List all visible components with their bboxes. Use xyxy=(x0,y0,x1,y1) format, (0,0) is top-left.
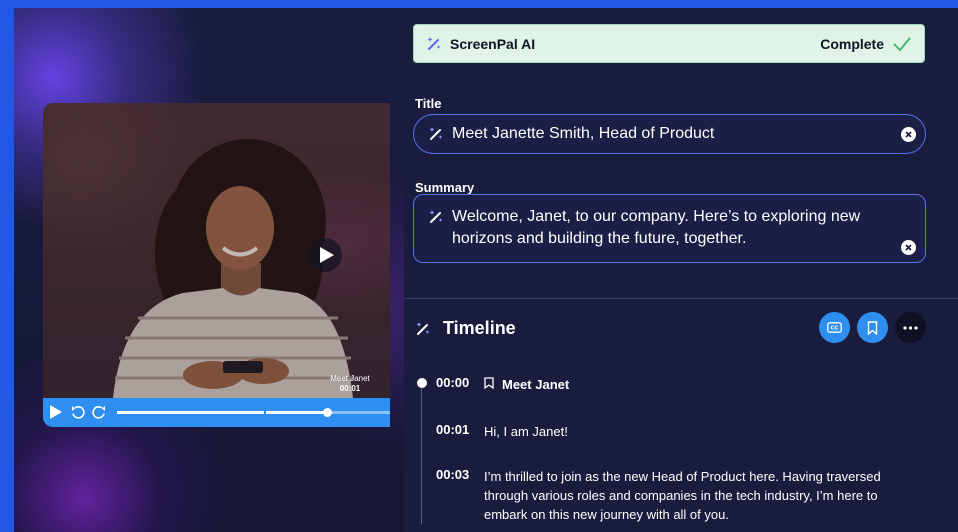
captions-button[interactable]: CC xyxy=(819,312,850,343)
timeline-track xyxy=(421,383,422,524)
entry-text: Meet Janet xyxy=(502,377,570,392)
timeline-title: Timeline xyxy=(443,318,516,338)
clear-icon[interactable] xyxy=(901,240,916,255)
entry-text: Hi, I am Janet! xyxy=(484,424,568,439)
timeline-header: Timeline xyxy=(415,318,516,339)
svg-text:CC: CC xyxy=(830,326,838,332)
title-value: Meet Janette Smith, Head of Product xyxy=(452,125,715,142)
entry-time: 00:01 xyxy=(436,422,470,437)
title-label: Title xyxy=(415,96,442,111)
timeline-marker-label: Meet Janet 00:01 xyxy=(315,374,385,394)
entry-time: 00:00 xyxy=(436,375,470,390)
summary-label: Summary xyxy=(415,180,475,195)
rewind-icon[interactable] xyxy=(71,405,86,420)
magic-wand-icon xyxy=(416,321,430,335)
timeline-entry[interactable]: 00:03 I’m thrilled to join as the new He… xyxy=(436,467,906,524)
segment-break xyxy=(264,410,267,415)
seek-bar-handle[interactable] xyxy=(323,408,333,417)
checkmark-icon xyxy=(893,36,911,51)
marker-time: 00:01 xyxy=(339,384,361,393)
player-controls xyxy=(43,398,390,427)
seek-bar[interactable] xyxy=(117,408,390,417)
forward-icon[interactable] xyxy=(91,405,106,420)
entry-text: I’m thrilled to join as the new Head of … xyxy=(484,469,881,522)
panel-divider xyxy=(404,298,958,299)
title-input[interactable]: Meet Janette Smith, Head of Product xyxy=(413,114,926,154)
play-overlay-button[interactable] xyxy=(308,238,342,272)
bookmark-icon xyxy=(867,320,878,335)
magic-wand-icon xyxy=(429,127,443,140)
more-options-button[interactable] xyxy=(895,312,926,343)
timeline-start-dot xyxy=(417,378,427,388)
video-player[interactable]: Meet Janet 00:01 xyxy=(43,103,390,427)
magic-wand-icon xyxy=(427,36,441,50)
play-icon xyxy=(319,247,334,263)
play-icon[interactable] xyxy=(50,405,62,419)
captions-icon: CC xyxy=(827,322,842,333)
ai-status-banner: ScreenPal AI Complete xyxy=(413,24,925,63)
summary-input[interactable]: Welcome, Janet, to our company. Here’s t… xyxy=(413,194,926,263)
summary-value: Welcome, Janet, to our company. Here’s t… xyxy=(452,208,861,247)
bookmark-icon xyxy=(484,377,494,389)
more-icon xyxy=(903,325,918,330)
entry-time: 00:03 xyxy=(436,467,470,482)
ai-status: Complete xyxy=(820,35,884,52)
clear-icon[interactable] xyxy=(901,127,916,142)
ai-name: ScreenPal AI xyxy=(450,35,536,52)
marker-name: Meet Janet xyxy=(330,374,370,383)
timeline-entry[interactable]: 00:00 Meet Janet xyxy=(436,375,569,394)
seek-bar-progress xyxy=(117,411,328,414)
timeline-entry[interactable]: 00:01 Hi, I am Janet! xyxy=(436,422,568,441)
details-panel xyxy=(404,8,958,532)
bookmark-button[interactable] xyxy=(857,312,888,343)
magic-wand-icon xyxy=(429,210,443,223)
